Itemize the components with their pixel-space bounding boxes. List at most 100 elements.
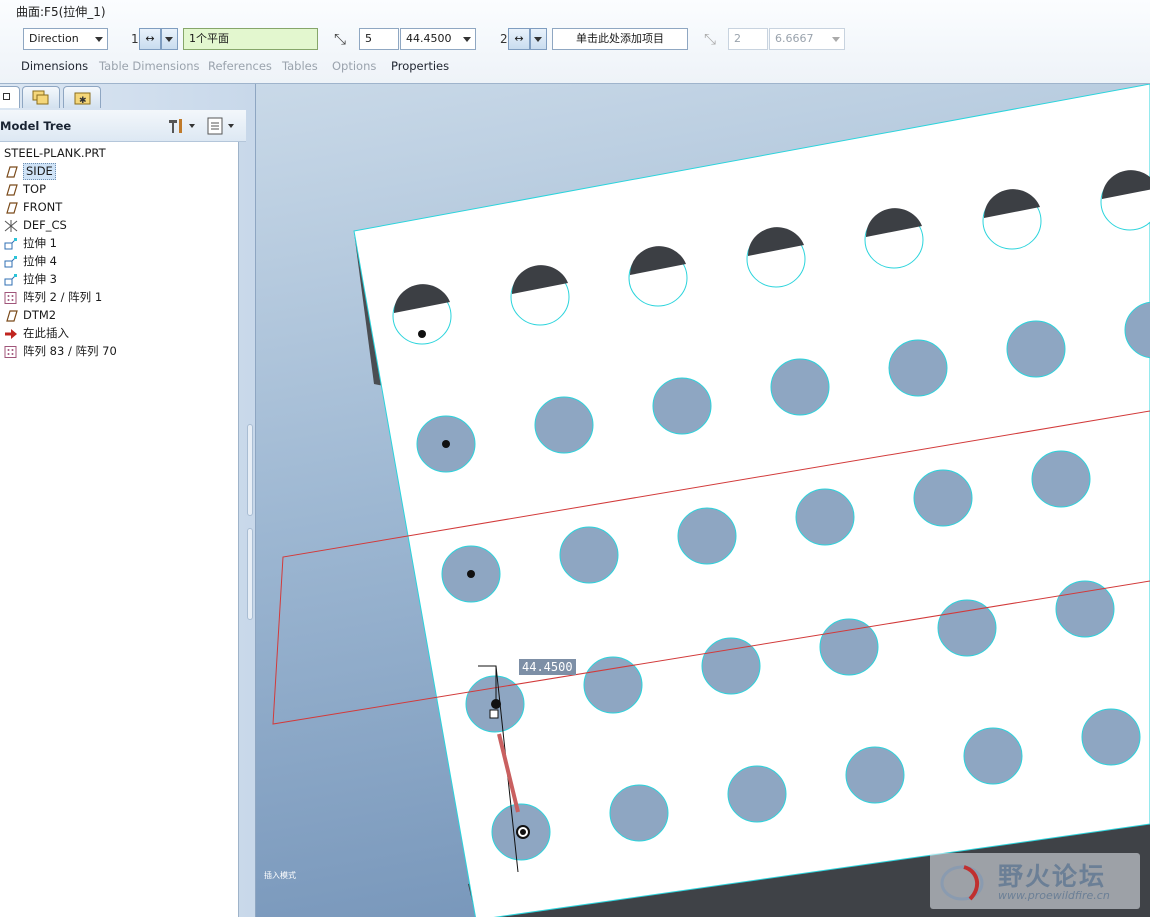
direction2-reference-placeholder: 单击此处添加项目 <box>576 32 664 45</box>
tree-item-label: FRONT <box>23 200 63 214</box>
tree-item[interactable]: 拉伸 4 <box>0 252 239 270</box>
forum-logo-icon <box>940 865 984 901</box>
pattern-hole <box>1031 450 1091 508</box>
tree-item-label: TOP <box>23 182 47 196</box>
model-tree: STEEL-PLANK.PRT SIDE TOP FRONT DEF_CS 拉伸 1 拉伸 … <box>0 142 239 917</box>
datum-plane-icon <box>4 183 18 196</box>
flip-direction-icon[interactable]: ⤡ <box>330 29 350 49</box>
panel-sash[interactable] <box>246 424 254 624</box>
drag-handle[interactable] <box>489 709 499 719</box>
tree-item-label: DTM2 <box>23 308 57 322</box>
chevron-down-icon <box>95 37 103 42</box>
tree-item[interactable]: DEF_CS <box>0 216 239 234</box>
direction1-spacing-value: 44.4500 <box>406 32 452 45</box>
tree-item-label: 拉伸 3 <box>23 272 57 286</box>
pattern-hole <box>1055 580 1115 638</box>
pattern-hole <box>937 599 997 657</box>
pattern-target-dot <box>520 829 526 835</box>
pattern-lead-point <box>491 699 501 709</box>
tree-item-label: 拉伸 1 <box>23 236 57 250</box>
tab-references: References <box>208 59 272 73</box>
pattern-hole <box>795 488 855 546</box>
direction2-count-input: 2 <box>728 28 768 50</box>
tree-item[interactable]: STEEL-PLANK.PRT <box>0 144 239 162</box>
tree-item-label: 在此插入 <box>23 326 69 340</box>
pattern-type-select[interactable]: Direction <box>23 28 108 50</box>
svg-text:✱: ✱ <box>79 96 87 106</box>
tree-item[interactable]: 在此插入 <box>0 324 239 342</box>
direction2-spacing-input: 6.6667 <box>769 28 845 50</box>
direction1-spacing-input[interactable]: 44.4500 <box>400 28 476 50</box>
pattern-hole <box>652 377 712 435</box>
tree-item[interactable]: TOP <box>0 180 239 198</box>
pattern-hole <box>609 784 669 842</box>
direction1-reference-collector[interactable]: 1个平面 <box>183 28 318 50</box>
pattern-icon <box>4 345 18 358</box>
settings-tools-icon[interactable] <box>166 116 196 136</box>
direction2-type-button[interactable]: ↔ <box>508 28 530 50</box>
pattern-hole <box>677 507 737 565</box>
tab-tables: Tables <box>282 59 318 73</box>
direction2-reference-collector[interactable]: 单击此处添加项目 <box>552 28 688 50</box>
model-viewport[interactable] <box>256 84 1150 917</box>
sash-grip-top[interactable] <box>247 424 253 516</box>
tree-item[interactable]: FRONT <box>0 198 239 216</box>
pattern-hole <box>1081 708 1141 766</box>
datum-plane-icon <box>4 309 18 322</box>
model-tree-header: Model Tree <box>0 110 246 142</box>
tree-item-label: STEEL-PLANK.PRT <box>4 146 106 160</box>
tree-item-label: 阵列 83 / 阵列 70 <box>23 344 117 358</box>
pattern-hole <box>963 727 1023 785</box>
model-tree-icon <box>3 93 10 100</box>
pattern-member-point[interactable] <box>418 330 426 338</box>
tab-favorites[interactable]: ✱ <box>63 86 101 108</box>
datum-plane-icon <box>4 165 18 178</box>
tree-item-label: DEF_CS <box>23 218 67 232</box>
tab-table-dimensions: Table Dimensions <box>99 59 200 73</box>
graphics-window[interactable]: 44.4500 插入模式 野火论坛 www.proewildfire.cn <box>256 84 1150 917</box>
feature-title: 曲面:F5(拉伸_1) <box>16 5 106 19</box>
direction1-type-dropdown[interactable] <box>161 28 178 50</box>
direction2-spacing-value: 6.6667 <box>775 32 814 45</box>
tree-item[interactable]: 阵列 2 / 阵列 1 <box>0 288 239 306</box>
folders-icon <box>32 90 49 105</box>
sash-grip-bottom[interactable] <box>247 528 253 620</box>
pattern-icon <box>4 291 18 304</box>
model-tree-title: Model Tree <box>0 119 72 133</box>
pattern-hole <box>1006 320 1066 378</box>
tree-item-label: 拉伸 4 <box>23 254 57 268</box>
pattern-hole <box>888 339 948 397</box>
tree-item-label: 阵列 2 / 阵列 1 <box>23 290 103 304</box>
extrude-icon <box>4 255 18 268</box>
direction1-count-value: 5 <box>365 32 372 45</box>
tree-item[interactable]: 拉伸 3 <box>0 270 239 288</box>
double-arrow-icon: ↔ <box>514 32 524 45</box>
tree-item[interactable]: 拉伸 1 <box>0 234 239 252</box>
tab-model-tree[interactable] <box>0 86 20 108</box>
watermark-url: www.proewildfire.cn <box>998 889 1110 902</box>
pattern-member-point[interactable] <box>442 440 450 448</box>
tab-dimensions[interactable]: Dimensions <box>21 59 88 73</box>
dimension-value-tag[interactable]: 44.4500 <box>519 659 576 675</box>
chevron-down-icon <box>534 37 542 42</box>
direction2-type-dropdown[interactable] <box>530 28 547 50</box>
pattern-dashboard: 曲面:F5(拉伸_1) Direction 1 ↔ 1个平面 ⤡ 5 44.45… <box>0 0 1150 84</box>
chevron-down-icon <box>832 37 840 42</box>
direction1-count-input[interactable]: 5 <box>359 28 399 50</box>
pattern-hole <box>534 396 594 454</box>
watermark-title: 野火论坛 <box>998 862 1107 891</box>
favorites-folder-icon: ✱ <box>74 92 91 106</box>
direction1-type-button[interactable]: ↔ <box>139 28 161 50</box>
tree-item[interactable]: 阵列 83 / 阵列 70 <box>0 342 239 360</box>
forum-watermark: 野火论坛 www.proewildfire.cn <box>930 853 1140 909</box>
tree-item[interactable]: DTM2 <box>0 306 239 324</box>
tab-folder-browser[interactable] <box>22 86 60 108</box>
tab-properties[interactable]: Properties <box>391 59 449 73</box>
insert-here-arrow-icon <box>4 327 18 339</box>
pattern-member-point[interactable] <box>467 570 475 578</box>
insert-mode-label: 插入模式 <box>264 871 296 880</box>
show-options-icon[interactable] <box>205 116 239 136</box>
pattern-type-value: Direction <box>29 32 79 45</box>
tree-item[interactable]: SIDE <box>0 162 239 180</box>
extrude-icon <box>4 273 18 286</box>
